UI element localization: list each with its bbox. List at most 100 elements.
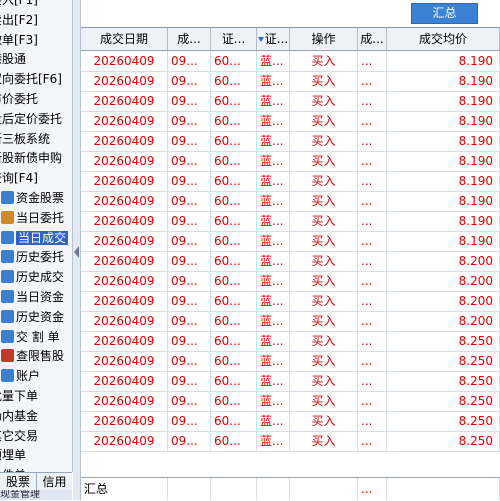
table-row[interactable]: 20260409 09... 60... 蓝... 买入... 8.190 [81,71,500,92]
summary-row: 汇总 ... [81,477,500,500]
table-row[interactable]: 20260409 09... 60... 蓝... 买入... 8.190 [81,191,500,212]
table-cell: ... [358,371,387,391]
sidebar-item[interactable]: 历史成交 [0,267,64,287]
table-cell: 买入 [290,71,358,91]
table-row[interactable]: 20260409 09... 60... 蓝... 买入... 8.190 [81,211,500,232]
table-cell: 8.200 [387,311,500,331]
sidebar-item[interactable]: 资金股票 [0,188,64,208]
collapse-arrow-icon[interactable] [74,246,79,258]
table-cell: 20260409 [81,431,168,451]
table-cell: 60... [211,191,257,211]
sidebar-item[interactable]: 历史委托 [0,247,64,267]
table-row[interactable]: 20260409 09... 60... 蓝... 买入... 8.200 [81,311,500,332]
nav-tree: 买入[F1] 卖出[F2] 撤单[F3] 港股通双向委托[F6] 市价委托盘后定价委托新… [0,0,73,472]
sidebar-item[interactable]: 其它交易 [0,426,38,446]
table-cell: 蓝... [257,231,290,251]
sidebar-item[interactable]: 双向委托[F6] [0,69,62,89]
table-header: 成交日期 成... 证... 证... 操作 成... 成交均价 [81,28,500,51]
sidebar-item[interactable]: 批量下单 [0,386,38,406]
sidebar-item[interactable]: 新三板系统 [0,129,50,149]
table-cell: 8.200 [387,291,500,311]
sidebar-item[interactable]: 当日成交 [0,228,69,248]
column-header[interactable]: 成交日期 [81,28,168,50]
table-cell: ... [358,51,387,71]
table-cell: 8.250 [387,351,500,371]
summary-button[interactable]: 汇总 [411,3,478,24]
sidebar-item-label: 账户 [16,369,41,384]
sidebar-item[interactable]: 交 割 单 [0,327,60,347]
table-cell: 8.190 [387,211,500,231]
table-cell: 60... [211,291,257,311]
sidebar-item[interactable]: 新股新债申购 [0,148,62,168]
sidebar-item[interactable]: 历史资金 [0,307,64,327]
table-cell: 蓝... [257,371,290,391]
sidebar-item-label: 撤单[F3] [0,32,38,47]
sidebar-item[interactable]: 港股通 [0,49,26,69]
table-row[interactable]: 20260409 09... 60... 蓝... 买入... 8.250 [81,391,500,412]
sidebar-item[interactable]: 盘后定价委托 [0,109,62,129]
order-icon [1,210,14,224]
table-cell: 买入 [290,111,358,131]
table-cell: 买入 [290,431,358,451]
sidebar-item[interactable]: 场内基金 [0,406,38,426]
column-header[interactable]: 证... [211,28,257,50]
sidebar-item[interactable]: 买入[F1] [0,0,38,10]
sidebar-item[interactable]: 当日委托 [0,208,64,228]
table-cell: 60... [211,131,257,151]
table-cell: ... [358,291,387,311]
table-cell: ... [358,91,387,111]
column-header[interactable]: 成交均价 [387,28,500,50]
sidebar-item[interactable]: 查限售股 [0,346,64,366]
table-cell: 20260409 [81,71,168,91]
table-cell: 买入 [290,151,358,171]
table-row[interactable]: 20260409 09... 60... 蓝... 买入... 8.190 [81,231,500,252]
table-row[interactable]: 20260409 09... 60... 蓝... 买入... 8.200 [81,291,500,312]
tab-credit[interactable]: 信用 [37,473,72,491]
sidebar-item[interactable]: 预埋单 [0,445,26,465]
table-cell: 8.190 [387,131,500,151]
column-header[interactable]: 操作 [290,28,358,50]
table-row[interactable]: 20260409 09... 60... 蓝... 买入... 8.250 [81,411,500,432]
table-row[interactable]: 20260409 09... 60... 蓝... 买入... 8.200 [81,251,500,272]
column-header[interactable]: 成... [168,28,211,50]
sidebar-item[interactable]: 撤单[F3] [0,30,38,50]
sidebar-item[interactable]: 查询[F4] [0,168,38,188]
table-row[interactable]: 20260409 09... 60... 蓝... 买入... 8.250 [81,371,500,392]
sidebar-item[interactable]: 条件单 [0,465,26,472]
column-header[interactable]: 证... [257,28,290,50]
table-row[interactable]: 20260409 09... 60... 蓝... 买入... 8.250 [81,351,500,372]
table-row[interactable]: 20260409 09... 60... 蓝... 买入... 8.190 [81,151,500,172]
table-row[interactable]: 20260409 09... 60... 蓝... 买入... 8.250 [81,331,500,352]
table-cell: 蓝... [257,171,290,191]
table-row[interactable]: 20260409 09... 60... 蓝... 买入... 8.190 [81,131,500,152]
sidebar-item-cash-management[interactable]: 现金管理 [0,490,72,500]
table-cell: 蓝... [257,211,290,231]
table-row[interactable]: 20260409 09... 60... 蓝... 买入... 8.190 [81,51,500,72]
history-trade-icon [1,270,14,284]
table-cell: 09... [168,251,211,271]
table-cell: 09... [168,391,211,411]
table-cell: ... [358,411,387,431]
sidebar-item[interactable]: 卖出[F2] [0,10,38,30]
table-row[interactable]: 20260409 09... 60... 蓝... 买入... 8.190 [81,111,500,132]
table-cell: 20260409 [81,191,168,211]
table-cell: 60... [211,51,257,71]
table-cell: ... [358,231,387,251]
table-row[interactable]: 20260409 09... 60... 蓝... 买入... 8.200 [81,271,500,292]
table-cell: 09... [168,351,211,371]
table-cell: 20260409 [81,111,168,131]
table-row[interactable]: 20260409 09... 60... 蓝... 买入... 8.250 [81,431,500,452]
sidebar-item[interactable]: 账户 [0,366,40,386]
table-cell: 60... [211,171,257,191]
panel-splitter[interactable] [73,0,81,500]
table-cell: 8.190 [387,51,500,71]
tab-stock[interactable]: 股票 [0,473,37,491]
column-header-label: 证... [221,32,246,46]
table-cell: 8.250 [387,431,500,451]
table-row[interactable]: 20260409 09... 60... 蓝... 买入... 8.190 [81,171,500,192]
table-cell: 09... [168,311,211,331]
sidebar-item[interactable]: 市价委托 [0,89,38,109]
column-header[interactable]: 成... [358,28,387,50]
sidebar-item[interactable]: 当日资金 [0,287,64,307]
table-row[interactable]: 20260409 09... 60... 蓝... 买入... 8.190 [81,91,500,112]
